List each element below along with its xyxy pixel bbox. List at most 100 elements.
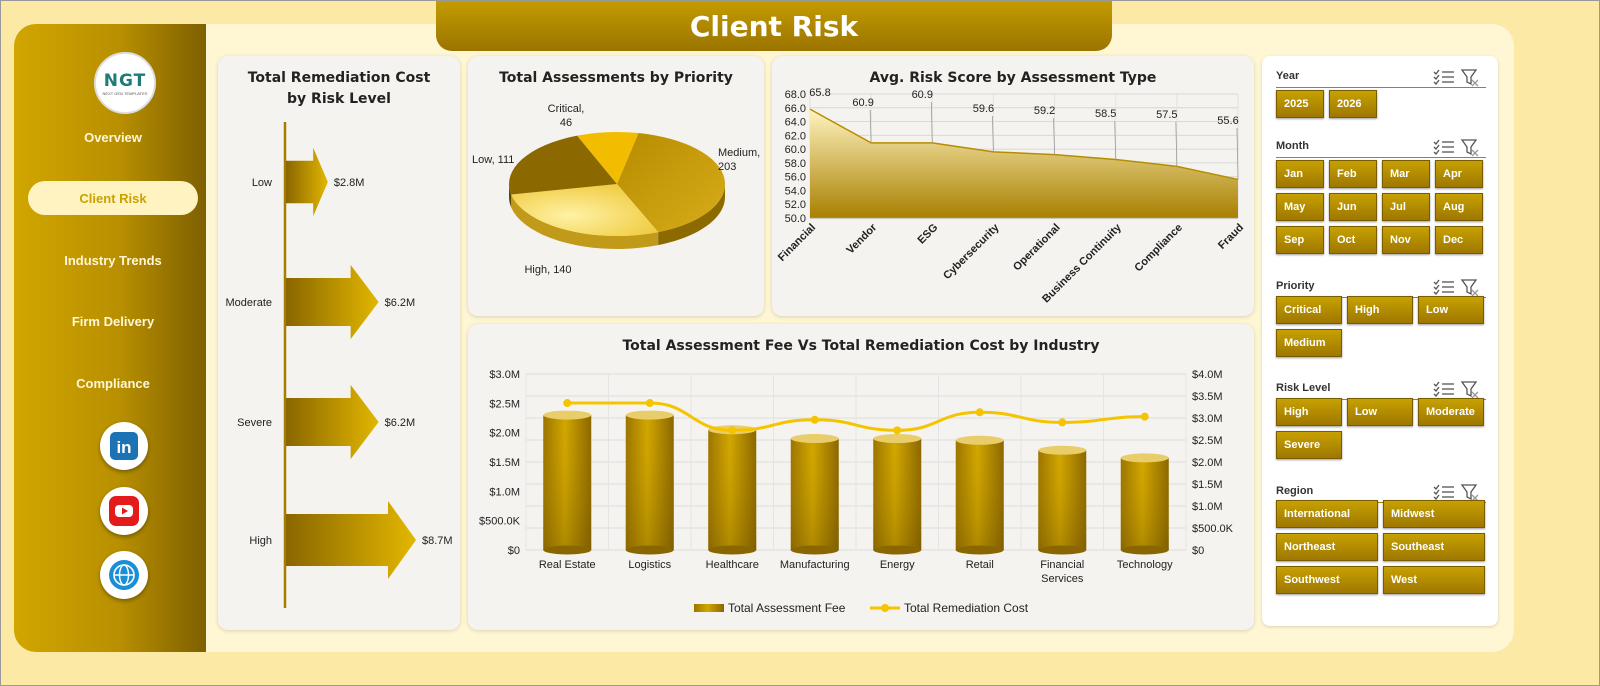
slicer-year-item[interactable]: 2025 [1276,90,1324,118]
fee-bar-top [873,434,922,444]
combo-x-label: Financial Services [1040,559,1084,585]
slicer-month-item[interactable]: Dec [1435,226,1483,254]
logo-subtext: NEXT GEN TEMPLATES [102,90,148,96]
area-y-tick: 62.0 [785,130,806,142]
fee-bar-base [1120,545,1169,555]
remediation-cost-point [1140,412,1149,421]
combo-y-right-tick: $1.5M [1192,479,1223,491]
slicer-risk-level-item[interactable]: High [1276,398,1342,426]
pie-data-label: High, 140 [524,264,571,276]
nav-firm-delivery[interactable]: Firm Delivery [28,304,198,338]
fee-vs-cost-chart: $0 $500.0K $1.0M $1.5M $2.0M $2.5M $3.0M $3.5M $… [479,369,1234,615]
combo-y-left-tick: $1.5M [489,457,520,469]
slicer-label: Month [1276,140,1309,152]
nav-client-risk[interactable]: Client Risk [28,181,198,215]
slicer-month-item[interactable]: Feb [1329,160,1377,188]
assessments-pie-chart: Medium, 203 High, 140 Low, 111 Critical, 46 [472,103,760,276]
area-x-label: Compliance [1132,222,1185,275]
fee-bar-shade [955,440,1004,550]
slicer-region-item[interactable]: Midwest [1383,500,1485,528]
remediation-cost-point [810,415,819,424]
combo-x-label: Energy [880,559,915,571]
youtube-icon[interactable] [100,487,148,535]
area-y-tick: 52.0 [785,199,806,211]
slicer-month-item[interactable]: Aug [1435,193,1483,221]
remediation-value-label: $6.2M [385,297,416,309]
slicer-priority-item[interactable]: Critical [1276,296,1342,324]
risk-score-area-chart: 50.0 52.0 54.056.0 58.0 60.0 62.064.0 66.0 68.0… [776,87,1246,305]
remediation-value-label: $8.7M [422,535,453,547]
slicer-month-item[interactable]: May [1276,193,1324,221]
area-y-tick: 66.0 [785,103,806,115]
fee-bar-base [1038,545,1087,555]
slicer-region-item[interactable]: Northeast [1276,533,1378,561]
slicer-month-item[interactable]: Nov [1382,226,1430,254]
slicer-region-item[interactable]: West [1383,566,1485,594]
slicer-priority-item[interactable]: High [1347,296,1413,324]
slicer-month-item[interactable]: Mar [1382,160,1430,188]
fee-bar-shade [708,429,757,550]
remediation-cost-point [728,426,737,435]
legend-cost-marker [881,604,889,612]
combo-y-right-tick: $3.0M [1192,413,1223,425]
arrow-bar-low [286,147,328,217]
fee-bar-top [543,410,592,420]
pie-data-label: Low, 111 [472,154,514,166]
slicer-region-item[interactable]: International [1276,500,1378,528]
combo-y-left-tick: $1.0M [489,486,520,498]
area-y-tick: 64.0 [785,117,806,129]
fee-bar-top [1038,445,1087,455]
slicer-month-item[interactable]: Apr [1435,160,1483,188]
web-globe-icon[interactable] [100,551,148,599]
combo-y-right-tick: $4.0M [1192,369,1223,381]
slicer-month-item[interactable]: Jan [1276,160,1324,188]
slicer-month-item[interactable]: Jun [1329,193,1377,221]
risk-level-label: High [249,535,272,547]
fee-bar-shade [625,415,674,550]
slicer-month-item[interactable]: Oct [1329,226,1377,254]
combo-y-left-tick: $2.0M [489,428,520,440]
slicer-risk-level-item[interactable]: Moderate [1418,398,1484,426]
fee-bar-top [955,435,1004,445]
nav-overview[interactable]: Overview [28,120,198,154]
area-x-label: Operational [1011,222,1063,274]
nav-industry-trends[interactable]: Industry Trends [28,243,198,277]
slicer-month-item[interactable]: Jul [1382,193,1430,221]
combo-y-right-tick: $500.0K [1192,523,1234,535]
slicer-priority-item[interactable]: Medium [1276,329,1342,357]
combo-y-right-tick: $2.0M [1192,457,1223,469]
slicer-label: Priority [1276,280,1315,292]
area-x-label: Financial [776,222,818,264]
logo-text: NGT [103,70,147,91]
slicer-priority-item[interactable]: Low [1418,296,1484,324]
area-x-label: Cybersecurity [941,221,1002,282]
area-data-label: 60.9 [852,97,873,109]
fee-bar-base [543,545,592,555]
fee-bar-top [1120,453,1169,463]
combo-y-left-tick: $500.0K [479,516,521,528]
remediation-cost-point [975,408,984,417]
risk-level-label: Severe [237,417,272,429]
slicer-region-item[interactable]: Southwest [1276,566,1378,594]
fee-bar-base [790,545,839,555]
combo-x-label: Retail [966,559,994,571]
pie-data-label: Critical, 46 [548,103,585,129]
multiselect-clear-filter-icon[interactable] [1432,137,1480,160]
fee-bar-base [955,545,1004,555]
arrow-bar-moderate [286,265,379,339]
arrow-bar-high [286,501,416,579]
remediation-cost-point [1058,418,1067,427]
area-data-label: 55.6 [1217,115,1238,127]
slicer-risk-level-item[interactable]: Low [1347,398,1413,426]
fee-bar-base [625,545,674,555]
slicer-month-item[interactable]: Sep [1276,226,1324,254]
remediation-value-label: $2.8M [334,177,365,189]
risk-level-label: Low [252,177,272,189]
slicer-risk-level-item[interactable]: Severe [1276,431,1342,459]
multiselect-clear-filter-icon[interactable] [1432,67,1480,90]
fee-bar-top [790,434,839,444]
slicer-year-item[interactable]: 2026 [1329,90,1377,118]
slicer-region-item[interactable]: Southeast [1383,533,1485,561]
nav-compliance[interactable]: Compliance [28,366,198,400]
linkedin-icon[interactable]: in [100,422,148,470]
